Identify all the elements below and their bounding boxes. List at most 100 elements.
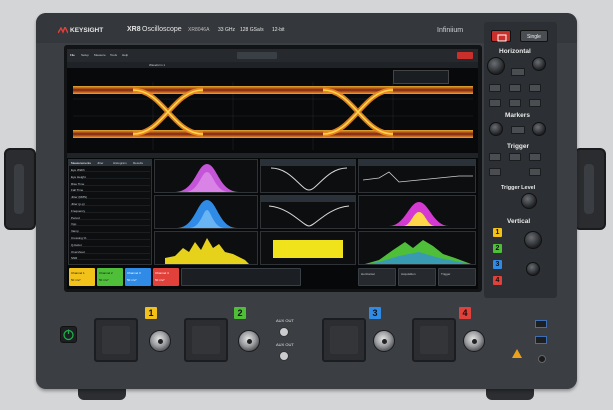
tab-results[interactable]: Results bbox=[133, 161, 143, 165]
marker-b-knob[interactable] bbox=[532, 122, 546, 136]
channel-4-chip[interactable]: Channel 4 50 mV/ bbox=[153, 268, 179, 286]
channel-3-input[interactable] bbox=[373, 330, 395, 352]
trigger-force-button[interactable] bbox=[529, 168, 541, 176]
spectrum-panel-2[interactable] bbox=[358, 231, 476, 265]
markers-menu-button[interactable] bbox=[511, 126, 525, 134]
horizontal-chip[interactable]: Horizontal bbox=[358, 268, 396, 286]
spec-bandwidth: 33 GHz bbox=[218, 27, 235, 33]
eye-heatmap-panel[interactable] bbox=[358, 195, 476, 229]
horizontal-label: Horizontal bbox=[499, 48, 531, 55]
trigger-edge-button[interactable] bbox=[489, 153, 501, 161]
table-row[interactable]: Jitter (p-p) bbox=[70, 202, 150, 206]
bathtub-panel[interactable] bbox=[260, 159, 356, 193]
trigger-mode-button[interactable] bbox=[509, 153, 521, 161]
channel-4-label: 4 bbox=[459, 307, 471, 319]
warning-triangle-icon bbox=[512, 349, 522, 358]
table-row[interactable]: Vamp bbox=[70, 229, 150, 234]
tab-measurements[interactable]: Measurements bbox=[71, 161, 91, 165]
product-photo-stage: KEYSIGHT XR8 Oscilloscope XR8046A 33 GHz… bbox=[0, 0, 613, 410]
aux-out-top-label: AUX OUT bbox=[276, 318, 294, 323]
tab-histogram[interactable]: Histogram bbox=[113, 161, 127, 165]
tab-jitter[interactable]: Jitter bbox=[97, 161, 104, 165]
channel-4-input[interactable] bbox=[463, 330, 485, 352]
trend-panel[interactable] bbox=[358, 159, 476, 193]
channel-2-input[interactable] bbox=[238, 330, 260, 352]
channel-3-label: 3 bbox=[369, 307, 381, 319]
channel-2-chip[interactable]: Channel 2 50 mV/ bbox=[97, 268, 123, 286]
table-row-label: Eye Height bbox=[71, 174, 86, 179]
acquire-button[interactable] bbox=[509, 99, 521, 107]
trigger-auto-button[interactable] bbox=[489, 168, 501, 176]
math-functions-bar[interactable] bbox=[181, 268, 301, 286]
vertical-key-1[interactable]: 1 bbox=[493, 228, 502, 237]
table-row-label: SNR bbox=[71, 256, 78, 261]
single-button[interactable]: Single bbox=[520, 30, 548, 42]
table-row[interactable]: Eye Height bbox=[70, 175, 150, 179]
brand-logo: KEYSIGHT bbox=[70, 27, 104, 34]
vertical-scale-knob[interactable] bbox=[524, 231, 542, 249]
table-row[interactable]: Jitter (RMS) bbox=[70, 195, 150, 200]
measurement-table[interactable]: Measurements Jitter Histogram Results Ey… bbox=[68, 159, 152, 265]
aux-out-bottom-connector[interactable] bbox=[279, 351, 289, 361]
run-control-group[interactable] bbox=[237, 52, 277, 59]
power-button[interactable] bbox=[60, 326, 77, 343]
menu-tools[interactable]: Tools bbox=[110, 53, 117, 57]
display-screen[interactable]: File Setup Measure Tools Help Waveform 1 bbox=[67, 49, 478, 289]
table-row[interactable]: Vpp bbox=[70, 222, 150, 227]
aux-out-top-connector[interactable] bbox=[279, 327, 289, 337]
channel-3-chip[interactable]: Channel 3 50 mV/ bbox=[125, 268, 151, 286]
vertical-key-4[interactable]: 4 bbox=[493, 276, 502, 285]
table-row[interactable]: Frequency bbox=[70, 209, 150, 213]
auto-scale-button[interactable] bbox=[529, 99, 541, 107]
waveform-title: Waveform 1 bbox=[149, 63, 166, 67]
histogram-panel-2[interactable] bbox=[154, 195, 258, 229]
table-row[interactable]: Crossing % bbox=[70, 236, 150, 240]
default-setup-button[interactable] bbox=[529, 84, 541, 92]
clear-button[interactable] bbox=[509, 84, 521, 92]
horizontal-scale-knob[interactable] bbox=[487, 57, 505, 75]
zoom-button[interactable] bbox=[489, 84, 501, 92]
product-name: Oscilloscope bbox=[142, 26, 182, 33]
menu-measure[interactable]: Measure bbox=[94, 53, 106, 57]
menu-help[interactable]: Help bbox=[122, 53, 128, 57]
table-row[interactable]: Fall Time bbox=[70, 188, 150, 193]
acquisition-chip[interactable]: Acquisition bbox=[398, 268, 436, 286]
table-row[interactable]: SNR bbox=[70, 256, 150, 261]
channel-1-chip[interactable]: Channel 1 50 mV/ bbox=[69, 268, 95, 286]
keysight-wave-logo-icon bbox=[58, 27, 68, 34]
histogram-panel-3[interactable] bbox=[154, 231, 258, 265]
vertical-key-3[interactable]: 3 bbox=[493, 260, 502, 269]
cal-output-connector[interactable] bbox=[538, 355, 546, 363]
run-stop-icon bbox=[497, 34, 507, 42]
menu-file[interactable]: File bbox=[70, 53, 75, 57]
trigger-menu-button[interactable] bbox=[529, 153, 541, 161]
spectrum-panel[interactable] bbox=[260, 231, 356, 265]
ch1-probe-interface bbox=[94, 318, 138, 362]
table-row[interactable]: Overshoot bbox=[70, 250, 150, 254]
marker-a-knob[interactable] bbox=[489, 122, 503, 136]
mode-button[interactable] bbox=[489, 99, 501, 107]
usb-port-2[interactable] bbox=[535, 336, 547, 344]
run-stop-button[interactable] bbox=[491, 30, 511, 42]
table-row-label: Overshoot bbox=[71, 249, 85, 254]
vertical-label: Vertical bbox=[507, 218, 531, 225]
trigger-chip[interactable]: Trigger bbox=[438, 268, 476, 286]
menu-setup[interactable]: Setup bbox=[81, 53, 89, 57]
histogram-panel-1[interactable] bbox=[154, 159, 258, 193]
vertical-offset-knob[interactable] bbox=[526, 262, 540, 276]
table-row[interactable]: Rise Time bbox=[70, 182, 150, 186]
horizontal-menu-button[interactable] bbox=[511, 68, 525, 76]
table-row[interactable]: Q-factor bbox=[70, 243, 150, 247]
horizontal-position-knob[interactable] bbox=[532, 57, 546, 71]
waveform-area[interactable]: Waveform 1 bbox=[67, 62, 478, 152]
usb-port-1[interactable] bbox=[535, 320, 547, 328]
table-row[interactable]: Eye Width bbox=[70, 168, 150, 172]
channel-1-input[interactable] bbox=[149, 330, 171, 352]
trigger-level-label: Trigger Level bbox=[501, 185, 536, 191]
table-row[interactable]: Period bbox=[70, 216, 150, 220]
bathtub-panel-2[interactable] bbox=[260, 195, 356, 229]
trigger-level-knob[interactable] bbox=[521, 193, 537, 209]
vertical-key-2[interactable]: 2 bbox=[493, 244, 502, 253]
table-row-label: Period bbox=[71, 215, 80, 220]
stop-indicator[interactable] bbox=[457, 52, 473, 59]
